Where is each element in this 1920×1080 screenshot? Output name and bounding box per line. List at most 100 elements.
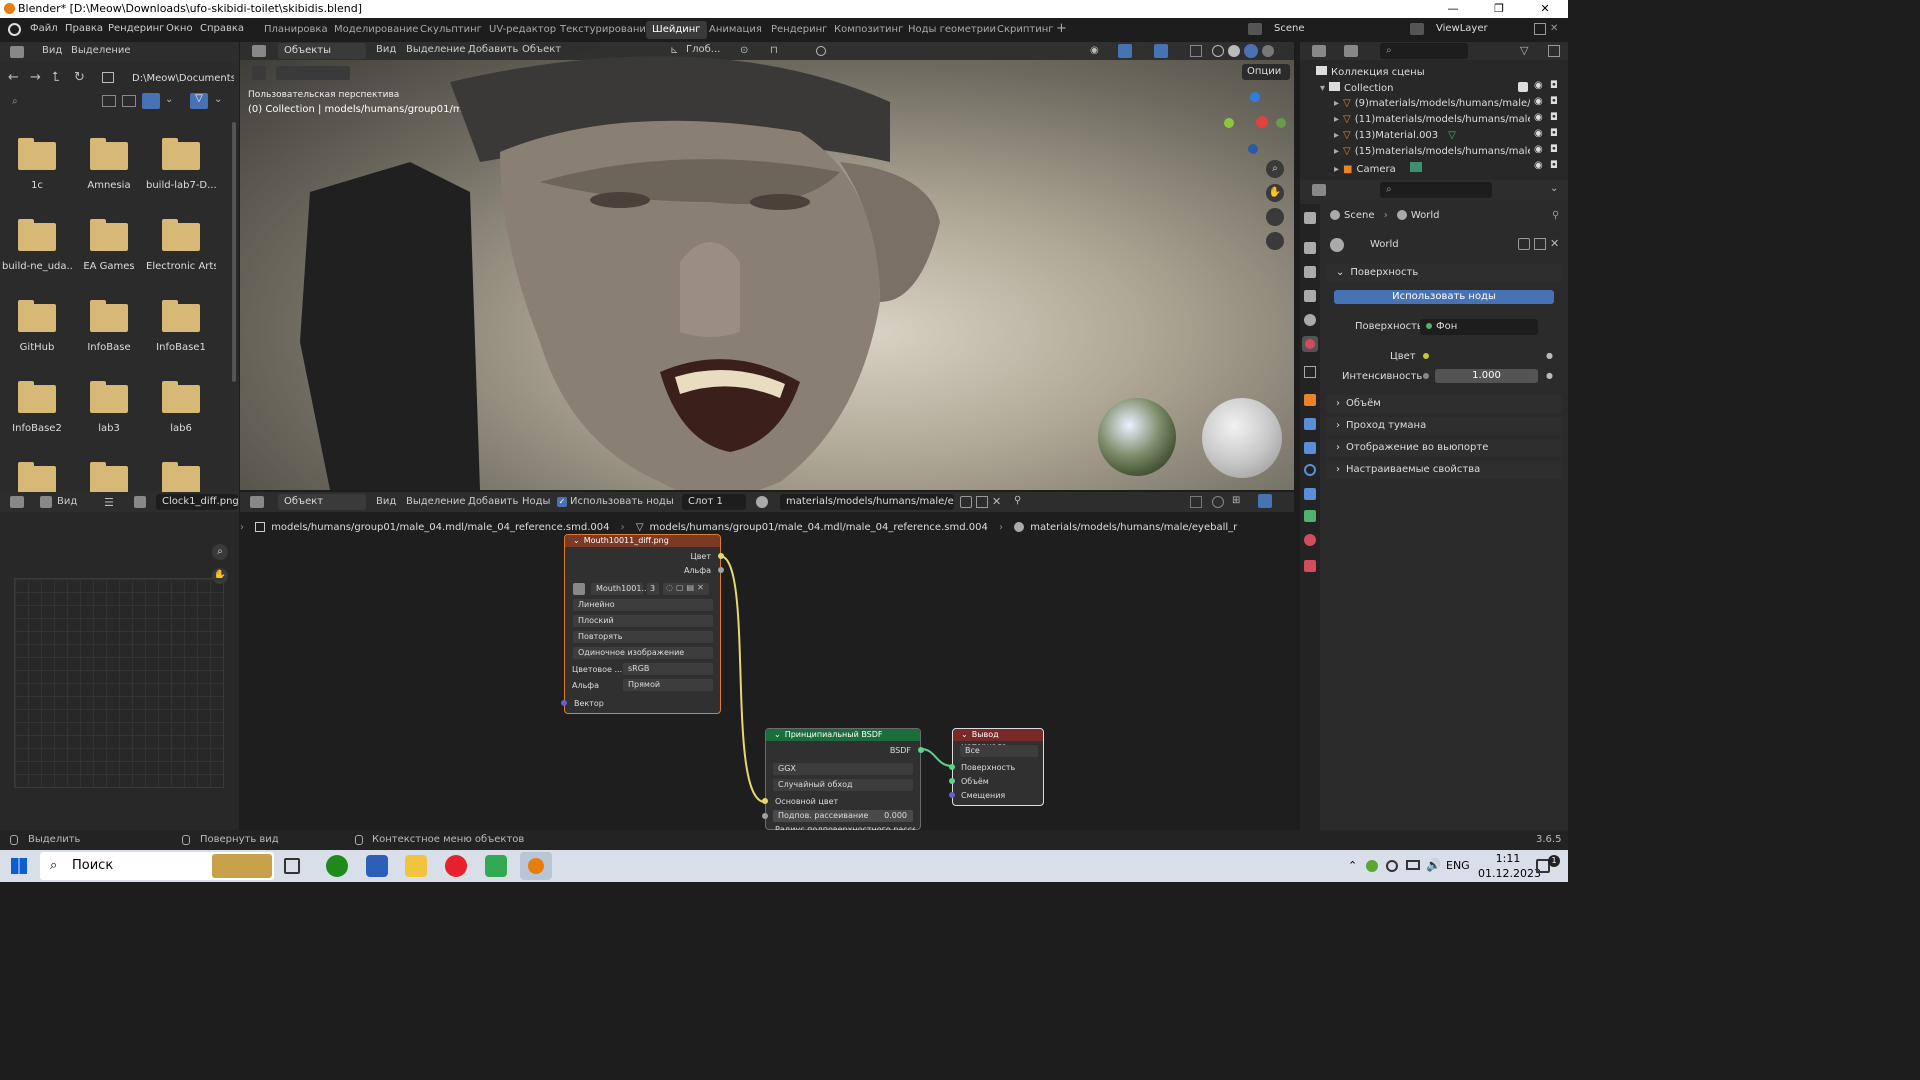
folder-item[interactable]: EA Games bbox=[74, 219, 144, 272]
display-chevron-icon[interactable]: ⌄ bbox=[165, 94, 173, 105]
fake-user-icon[interactable] bbox=[1518, 238, 1530, 250]
camera-view-icon[interactable] bbox=[1266, 208, 1284, 226]
projection-select[interactable]: Плоский bbox=[573, 615, 713, 627]
scrollbar[interactable] bbox=[232, 122, 236, 382]
maximize-button[interactable]: ❐ bbox=[1476, 0, 1522, 18]
displacement-input-socket[interactable] bbox=[949, 792, 955, 798]
menu-window[interactable]: Окно bbox=[166, 23, 193, 34]
subsurface-method-select[interactable]: Случайный обход bbox=[773, 779, 913, 791]
view-layer-icon[interactable] bbox=[1410, 23, 1424, 35]
eye-icon[interactable]: ◉ bbox=[1534, 112, 1543, 123]
gizmo-neg-z-icon[interactable] bbox=[1248, 144, 1258, 154]
menu-file[interactable]: Файл bbox=[30, 23, 58, 34]
folder-item[interactable]: InfoBase2 bbox=[2, 381, 72, 434]
folder-item[interactable]: lab6 bbox=[146, 381, 216, 434]
qt-creator-app-icon[interactable] bbox=[485, 855, 507, 877]
eye-icon[interactable]: ◉ bbox=[1534, 144, 1543, 155]
node-header[interactable]: ⌄ Mouth10011_diff.png bbox=[565, 535, 720, 547]
outliner-search-input[interactable]: ⌕ bbox=[1380, 43, 1468, 59]
file-explorer-app-icon[interactable] bbox=[405, 855, 427, 877]
image-selector[interactable]: Clock1_diff.png.00 bbox=[156, 494, 238, 510]
editor-type-icon[interactable] bbox=[1312, 184, 1326, 196]
color-output-socket[interactable] bbox=[718, 553, 724, 559]
blender-app-icon[interactable] bbox=[520, 852, 552, 880]
zoom-icon[interactable]: ⌕ bbox=[1266, 160, 1284, 178]
panel-surface-header[interactable]: ⌄ Поверхность bbox=[1326, 264, 1562, 282]
pin-icon[interactable]: ⚲ bbox=[1552, 210, 1559, 221]
colorspace-select[interactable]: sRGB bbox=[623, 663, 713, 675]
powershell-app-icon[interactable] bbox=[366, 855, 388, 877]
eye-icon[interactable]: ◉ bbox=[1534, 128, 1543, 139]
filter-icon[interactable]: ▽ bbox=[1520, 44, 1528, 57]
tab-rendering[interactable]: Рендеринг bbox=[765, 21, 833, 39]
outliner-row-object[interactable]: ▸ ▽ (11)materials/models/humans/male bbox=[1334, 114, 1530, 125]
render-camera-icon[interactable]: ◘ bbox=[1550, 80, 1558, 91]
keyframe-icon[interactable]: ● bbox=[1546, 371, 1553, 380]
shader-node-editor[interactable]: Объект Вид Выделение Добавить Ноды ✓ Исп… bbox=[240, 492, 1294, 834]
parent-dir-icon[interactable]: ⮤ bbox=[52, 70, 60, 85]
menu-edit[interactable]: Правка bbox=[65, 23, 103, 34]
world-name-field[interactable]: World bbox=[1364, 237, 1514, 253]
material-output-node[interactable]: ⌄Вывод материала Все Поверхность Объём С… bbox=[949, 728, 1044, 806]
zoom-icon[interactable]: ⌕ bbox=[212, 544, 228, 560]
tab-layout[interactable]: Планировка bbox=[258, 21, 334, 39]
path-field[interactable]: D:\Meow\Documents\ bbox=[126, 70, 234, 88]
filter-icon[interactable]: ▽ bbox=[190, 93, 208, 109]
alpha-output-socket[interactable] bbox=[718, 567, 724, 573]
tab-compositing[interactable]: Композитинг bbox=[828, 21, 909, 39]
folder-item[interactable]: GitHub bbox=[2, 300, 72, 353]
surface-input-socket[interactable] bbox=[949, 764, 955, 770]
outliner-row-object[interactable]: ▸ ▽ (13)Material.003 ▽ bbox=[1334, 130, 1530, 141]
tray-app-icon[interactable] bbox=[1366, 860, 1378, 872]
image-browse-icon[interactable] bbox=[573, 583, 585, 595]
minimize-button[interactable]: — bbox=[1430, 0, 1476, 18]
tab-texture-paint[interactable]: Текстурирование bbox=[554, 21, 658, 39]
node-header[interactable]: ⌄ Принципиальный BSDF bbox=[766, 729, 920, 741]
render-camera-icon[interactable]: ◘ bbox=[1550, 112, 1558, 123]
outliner-row-camera[interactable]: ▸ ■ Camera bbox=[1334, 162, 1530, 175]
distribution-select[interactable]: GGX bbox=[773, 763, 913, 775]
value-socket-icon[interactable] bbox=[1423, 373, 1429, 379]
output-tab-icon[interactable] bbox=[1304, 266, 1316, 278]
tab-uv-editor[interactable]: UV-редактор bbox=[483, 21, 562, 39]
taskbar-search-box[interactable]: ⌕ Поиск bbox=[40, 852, 274, 880]
new-folder-icon[interactable] bbox=[102, 72, 114, 83]
expand-arrow-icon[interactable]: ▾ bbox=[1320, 83, 1325, 94]
alpha-mode-select[interactable]: Прямой bbox=[623, 679, 713, 691]
tray-chevron-icon[interactable]: ⌃ bbox=[1348, 859, 1357, 872]
image-actions-icons[interactable]: ◌▢▤✕ bbox=[663, 583, 709, 595]
uv-grid[interactable] bbox=[14, 578, 224, 788]
gizmo-y-icon[interactable] bbox=[1224, 118, 1234, 128]
world-datablock-icon[interactable] bbox=[1330, 238, 1344, 252]
filter-chevron-icon[interactable]: ⌄ bbox=[214, 94, 222, 105]
world-tab-icon[interactable] bbox=[1302, 336, 1318, 352]
editor-type-icon[interactable] bbox=[10, 46, 24, 58]
menu-select[interactable]: Выделение bbox=[71, 45, 131, 56]
node-header[interactable]: ⌄Вывод материала bbox=[953, 729, 1043, 751]
folder-item[interactable]: build-ne_uda... bbox=[2, 219, 72, 272]
tray-app-icon[interactable] bbox=[1386, 860, 1398, 872]
outliner-row-object[interactable]: ▸ ▽ (15)materials/models/humans/male bbox=[1334, 146, 1530, 157]
base-color-socket[interactable] bbox=[762, 798, 768, 804]
surface-shader-field[interactable]: Фон bbox=[1420, 319, 1538, 335]
task-view-icon[interactable] bbox=[284, 858, 300, 874]
vector-input-socket[interactable] bbox=[561, 700, 567, 706]
color-socket-icon[interactable] bbox=[1423, 353, 1429, 359]
tab-modeling[interactable]: Моделирование bbox=[328, 21, 424, 39]
eye-icon[interactable]: ◉ bbox=[1534, 80, 1543, 91]
principled-bsdf-node[interactable]: ⌄ Принципиальный BSDF BSDF GGX Случайный … bbox=[762, 728, 924, 834]
render-camera-icon[interactable]: ◘ bbox=[1550, 96, 1558, 107]
physics-tab-icon[interactable] bbox=[1304, 464, 1316, 476]
pan-hand-icon[interactable]: ✋ bbox=[1266, 184, 1284, 202]
add-workspace-icon[interactable]: + bbox=[1056, 21, 1067, 36]
object-tab-icon[interactable] bbox=[1304, 394, 1316, 406]
color-swatch[interactable] bbox=[1435, 349, 1538, 363]
folder-item[interactable]: Electronic Arts bbox=[146, 219, 216, 272]
folder-item[interactable]: lab3 bbox=[74, 381, 144, 434]
blender-menu-icon[interactable] bbox=[8, 23, 21, 36]
view-mode-icon[interactable] bbox=[40, 496, 52, 508]
tab-sculpting[interactable]: Скульптинг bbox=[414, 21, 488, 39]
keyframe-icon[interactable]: ● bbox=[1546, 351, 1553, 360]
vertical-list-icon[interactable] bbox=[102, 95, 116, 107]
outliner-row-object[interactable]: ▸ ▽ (9)materials/models/humans/male/r bbox=[1334, 98, 1530, 109]
